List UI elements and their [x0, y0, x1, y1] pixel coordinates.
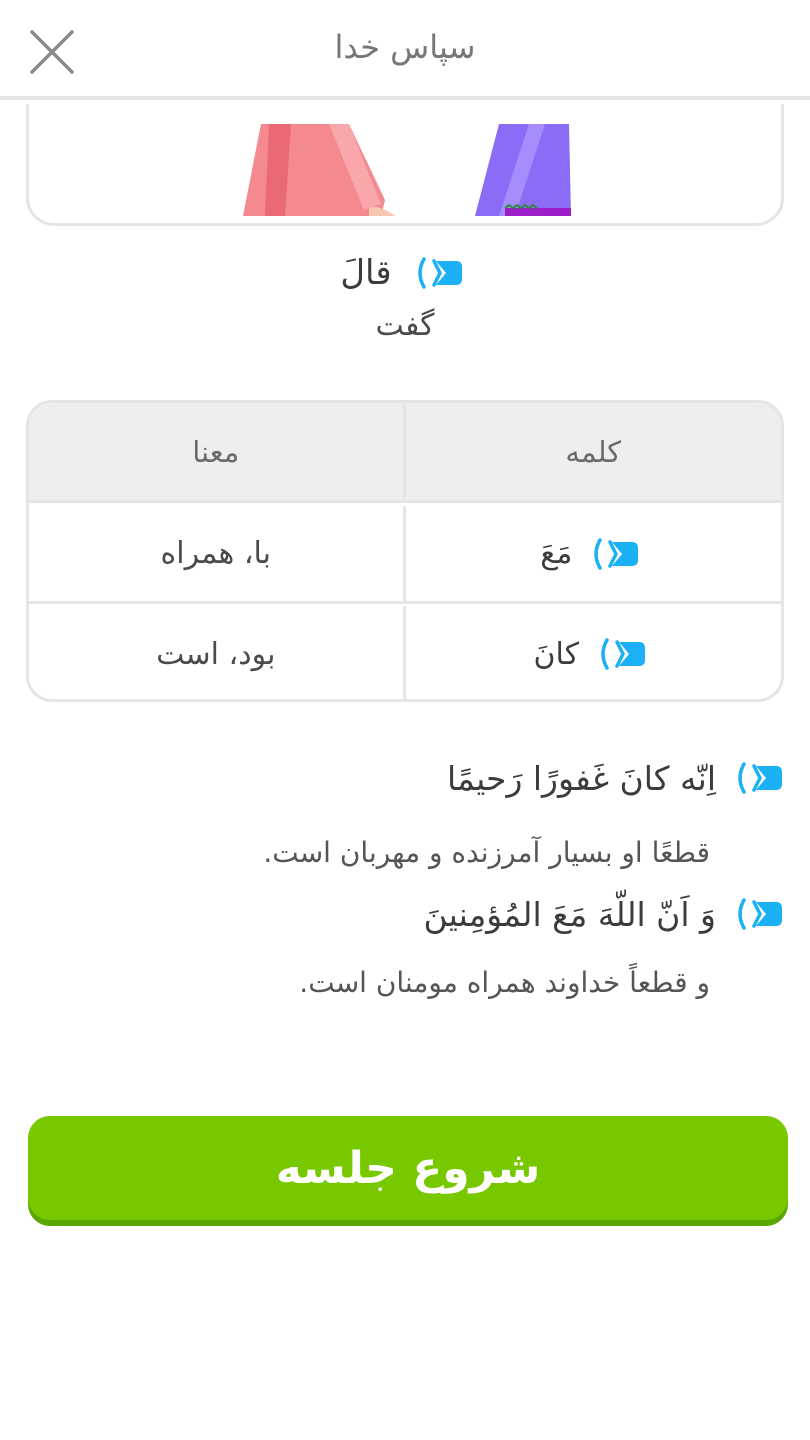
speaker-icon	[601, 638, 645, 670]
header-word: کلمه	[565, 434, 622, 469]
featured-word: قالَ گفت	[0, 248, 810, 343]
characters-illustration	[243, 124, 571, 216]
table-row: با، همراه مَعَ	[29, 506, 781, 604]
speaker-button[interactable]	[586, 534, 646, 574]
header-meaning: معنا	[29, 403, 406, 500]
row-meaning: بود، است	[29, 606, 406, 699]
top-bar: سپاس خدا	[0, 0, 810, 100]
sentence-translation: و قطعاً خداوند همراه مومنان است.	[299, 966, 710, 999]
speaker-icon	[417, 257, 462, 289]
sentence-arabic: اِنّه کانَ غَفورًا رَحیمًا	[446, 758, 716, 798]
vocabulary-table: معنا کلمه با، همراه مَعَ بود، است کانَ	[26, 400, 784, 702]
start-session-button[interactable]: شروع جلسه	[28, 1116, 788, 1220]
row-word-cell: مَعَ	[406, 506, 782, 601]
row-word-cell: کانَ	[406, 606, 782, 699]
start-session-label: شروع جلسه	[275, 1142, 541, 1194]
row-meaning: با، همراه	[29, 506, 406, 601]
sentence-line: وَ اَنّ اللّهَ مَعَ المُؤمِنینَ	[424, 894, 790, 934]
arabic-word: قالَ	[340, 253, 392, 293]
speaker-icon	[738, 762, 782, 794]
speaker-button[interactable]	[730, 758, 790, 798]
table-row: بود، است کانَ	[29, 606, 782, 699]
speaker-icon	[594, 537, 639, 570]
speaker-button[interactable]	[593, 634, 653, 674]
sentence-arabic: وَ اَنّ اللّهَ مَعَ المُؤمِنینَ	[423, 894, 716, 934]
sentence-line: اِنّه کانَ غَفورًا رَحیمًا	[447, 758, 790, 798]
speaker-icon	[738, 898, 782, 930]
illustration-card	[26, 104, 784, 226]
speaker-button[interactable]	[410, 253, 470, 293]
row-word: مَعَ	[540, 536, 573, 571]
word-meaning: گفت	[375, 308, 435, 343]
lesson-title: سپاس خدا	[334, 28, 476, 66]
sentence-translation: قطعًا او بسیار آمرزنده و مهربان است.	[263, 836, 710, 869]
table-header-row: معنا کلمه	[29, 403, 781, 503]
row-word: کانَ	[533, 636, 579, 672]
speaker-button[interactable]	[730, 894, 790, 934]
